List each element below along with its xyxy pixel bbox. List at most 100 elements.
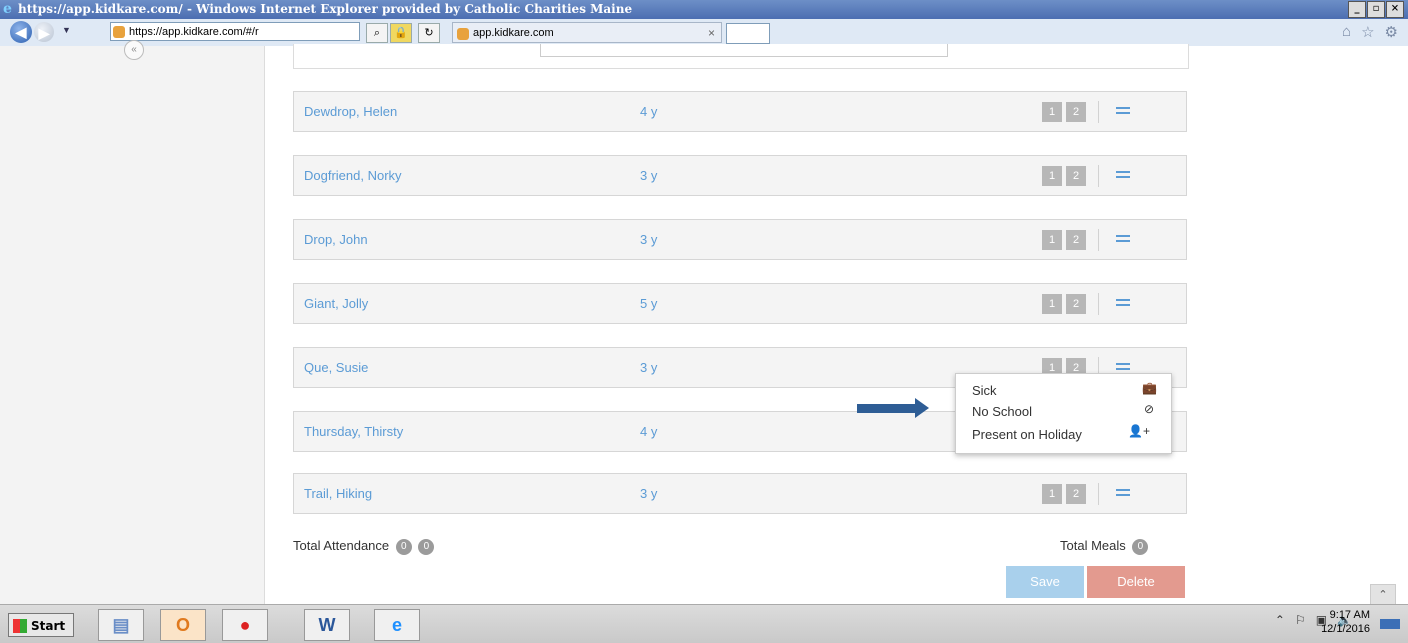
address-bar[interactable]: https://app.kidkare.com/#/r (110, 22, 360, 41)
annotation-arrow-icon (915, 398, 929, 418)
left-sidebar: « (0, 40, 265, 604)
child-row: Dewdrop, Helen 4 y 1 2 (293, 91, 1187, 132)
apple-app-icon[interactable]: ● (222, 609, 268, 641)
row-menu-icon[interactable] (1116, 296, 1130, 312)
annotation-arrow-shaft (857, 404, 917, 413)
row-divider (1098, 165, 1099, 187)
row-divider (1098, 101, 1099, 123)
child-name[interactable]: Dewdrop, Helen (304, 92, 397, 132)
child-name[interactable]: Dogfriend, Norky (304, 156, 402, 196)
meal-button-1[interactable]: 1 (1042, 166, 1062, 186)
child-age: 4 y (640, 424, 658, 439)
meal-button-1[interactable]: 1 (1042, 230, 1062, 250)
search-icon[interactable]: ⌕ (366, 23, 388, 43)
total-meals: Total Meals 0 (1060, 538, 1149, 555)
menu-item-present-on-holiday[interactable]: Present on Holiday (972, 427, 1082, 442)
child-age: 5 y (640, 296, 658, 311)
attendance-count-badge: 0 (418, 538, 435, 555)
menu-item-no-school[interactable]: No School (972, 404, 1032, 419)
child-row: Dogfriend, Norky 3 y 1 2 (293, 155, 1187, 196)
total-meals-label: Total Meals (1060, 538, 1126, 553)
system-clock[interactable]: 9:17 AM 12/1/2016 (1321, 608, 1370, 636)
maximize-button[interactable]: ▫ (1367, 1, 1385, 18)
start-label: Start (31, 619, 66, 633)
child-name[interactable]: Giant, Jolly (304, 284, 368, 324)
action-center-flag-icon[interactable]: ⚐ (1295, 613, 1306, 627)
save-button[interactable]: Save (1006, 566, 1084, 598)
back-button[interactable]: ◀ (10, 21, 32, 43)
show-desktop-button[interactable] (1380, 619, 1400, 629)
row-menu-icon[interactable] (1116, 232, 1130, 248)
child-age: 3 y (640, 168, 658, 183)
window-titlebar: e https://app.kidkare.com/ - Windows Int… (0, 0, 1408, 19)
window-title: https://app.kidkare.com/ - Windows Inter… (18, 2, 633, 16)
sidebar-collapse-icon[interactable]: « (124, 40, 144, 60)
scroll-to-top-icon[interactable]: ⌃ (1370, 584, 1396, 606)
add-user-icon: 👤+ (1128, 424, 1150, 438)
meal-button-2[interactable]: 2 (1066, 484, 1086, 504)
child-name[interactable]: Drop, John (304, 220, 368, 260)
clock-time: 9:17 AM (1329, 609, 1370, 621)
new-tab-button[interactable] (726, 23, 770, 44)
outlook-icon[interactable]: O (160, 609, 206, 641)
row-divider (1098, 293, 1099, 315)
meal-button-2[interactable]: 2 (1066, 230, 1086, 250)
child-name[interactable]: Thursday, Thirsty (304, 412, 403, 452)
favorites-star-icon[interactable]: ☆ (1361, 23, 1374, 41)
top-card (293, 44, 1189, 69)
top-input[interactable] (540, 44, 948, 57)
ie-logo-icon: e (3, 1, 12, 17)
clock-date: 12/1/2016 (1321, 623, 1370, 635)
child-name[interactable]: Que, Susie (304, 348, 368, 388)
meal-button-1[interactable]: 1 (1042, 484, 1062, 504)
menu-item-sick[interactable]: Sick (972, 383, 997, 398)
internet-explorer-icon[interactable]: e (374, 609, 420, 641)
meal-button-1[interactable]: 1 (1042, 294, 1062, 314)
settings-gear-icon[interactable]: ⚙ (1385, 23, 1398, 41)
window-controls: _ ▫ × (1347, 1, 1404, 18)
child-row: Drop, John 3 y 1 2 (293, 219, 1187, 260)
site-favicon-icon (113, 26, 125, 38)
child-age: 4 y (640, 104, 658, 119)
tab-close-icon[interactable]: × (708, 23, 715, 44)
meal-button-2[interactable]: 2 (1066, 294, 1086, 314)
home-icon[interactable]: ⌂ (1342, 23, 1351, 41)
history-dropdown-icon[interactable]: ▼ (62, 25, 71, 35)
refresh-icon[interactable]: ↻ (418, 23, 440, 43)
tab-favicon-icon (457, 28, 469, 40)
tray-expand-icon[interactable]: ⌃ (1275, 613, 1285, 627)
total-attendance: Total Attendance 0 0 (293, 538, 435, 555)
meal-button-2[interactable]: 2 (1066, 102, 1086, 122)
row-menu-icon[interactable] (1116, 486, 1130, 502)
total-attendance-label: Total Attendance (293, 538, 390, 553)
child-row: Giant, Jolly 5 y 1 2 (293, 283, 1187, 324)
forward-button[interactable]: ▶ (34, 22, 54, 42)
child-name[interactable]: Trail, Hiking (304, 474, 372, 514)
tab-label: app.kidkare.com (473, 27, 554, 39)
row-menu-icon[interactable] (1116, 104, 1130, 120)
close-window-button[interactable]: × (1386, 1, 1404, 18)
attendance-count-badge: 0 (395, 538, 412, 555)
address-text: https://app.kidkare.com/#/r (129, 26, 259, 38)
start-button[interactable]: Start (8, 613, 74, 637)
meal-button-2[interactable]: 2 (1066, 166, 1086, 186)
child-age: 3 y (640, 360, 658, 375)
tab-kidkare[interactable]: app.kidkare.com × (452, 22, 722, 43)
absence-dropdown-menu: Sick 💼 No School ⊘ Present on Holiday 👤+ (955, 373, 1172, 454)
ban-icon: ⊘ (1144, 402, 1155, 416)
attendance-panel: Dewdrop, Helen 4 y 1 2 Dogfriend, Norky … (265, 44, 1408, 604)
delete-button[interactable]: Delete (1087, 566, 1185, 598)
file-explorer-icon[interactable]: ▤ (98, 609, 144, 641)
word-icon[interactable]: W (304, 609, 350, 641)
briefcase-icon: 💼 (1142, 381, 1157, 395)
row-divider (1098, 483, 1099, 505)
meal-button-1[interactable]: 1 (1042, 102, 1062, 122)
row-menu-icon[interactable] (1116, 168, 1130, 184)
browser-toolbar-icons: ⌂ ☆ ⚙ (1342, 23, 1398, 41)
meals-count-badge: 0 (1132, 538, 1149, 555)
minimize-button[interactable]: _ (1348, 1, 1366, 18)
child-row: Trail, Hiking 3 y 1 2 (293, 473, 1187, 514)
lock-icon[interactable]: 🔒 (390, 23, 412, 43)
windows-flag-icon (13, 619, 27, 633)
row-divider (1098, 229, 1099, 251)
